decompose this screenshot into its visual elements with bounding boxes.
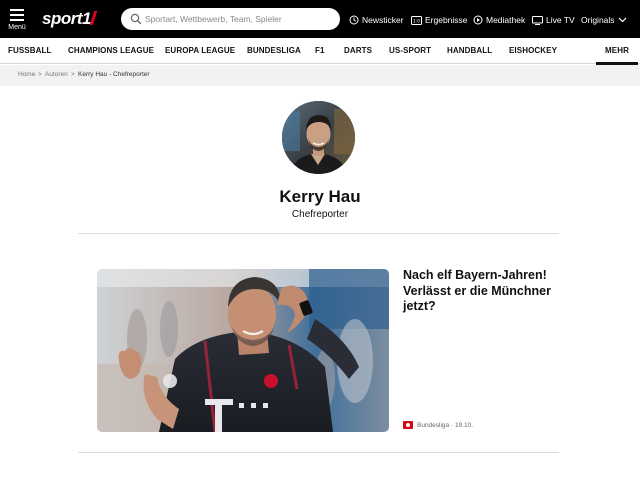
nav-live-tv-label: Live TV	[546, 15, 575, 25]
sport-nav-eishockey[interactable]: EISHOCKEY	[509, 46, 557, 55]
article-category: Bundesliga	[417, 421, 450, 429]
svg-text:1:0: 1:0	[413, 18, 420, 23]
breadcrumb-autoren[interactable]: Autoren	[45, 71, 68, 78]
bundesliga-icon	[403, 421, 413, 429]
sport-nav-champions-league[interactable]: CHAMPIONS LEAGUE	[68, 46, 154, 55]
breadcrumb-current: Kerry Hau - Chefreporter	[78, 71, 150, 78]
search-input[interactable]	[145, 11, 333, 27]
top-bar: Menü sport1 Newsticker 1:0 Ergebnisse Me…	[0, 0, 640, 38]
nav-ergebnisse[interactable]: 1:0 Ergebnisse	[411, 13, 468, 27]
sport-nav-us-sport[interactable]: US-SPORT	[389, 46, 431, 55]
menu-button[interactable]: Menü	[8, 7, 26, 33]
sport-nav-handball[interactable]: HANDBALL	[447, 46, 492, 55]
sport-nav-europa-league[interactable]: EUROPA LEAGUE	[165, 46, 235, 55]
breadcrumb-separator: >	[38, 71, 42, 78]
article-headline[interactable]: Nach elf Bayern-Jahren! Verlässt er die …	[403, 268, 553, 315]
sport-nav: FUSSBALL CHAMPIONS LEAGUE EUROPA LEAGUE …	[0, 38, 640, 64]
tv-icon	[532, 15, 543, 25]
nav-originals-label: Originals	[581, 15, 615, 25]
nav-mediathek[interactable]: Mediathek	[473, 13, 525, 27]
play-icon	[473, 15, 483, 25]
author-photo	[282, 101, 355, 174]
nav-newsticker[interactable]: Newsticker	[349, 13, 404, 27]
breadcrumb: Home > Autoren > Kerry Hau - Chefreporte…	[0, 65, 640, 86]
sport-nav-mehr[interactable]: MEHR	[605, 46, 629, 55]
nav-ergebnisse-label: Ergebnisse	[425, 15, 468, 25]
section-divider	[78, 233, 559, 234]
nav-live-tv[interactable]: Live TV	[532, 13, 575, 27]
nav-newsticker-label: Newsticker	[362, 15, 404, 25]
breadcrumb-home[interactable]: Home	[18, 71, 35, 78]
nav-originals[interactable]: Originals	[581, 13, 627, 27]
article-meta: Bundesliga · 19.10.	[403, 420, 473, 430]
author-role: Chefreporter	[291, 209, 349, 220]
sport-nav-f1[interactable]: F1	[315, 46, 325, 55]
breadcrumb-separator: >	[71, 71, 75, 78]
search-icon	[130, 13, 142, 25]
logo-text: sport1	[42, 9, 91, 28]
author-avatar	[282, 101, 355, 174]
sport-nav-darts[interactable]: DARTS	[344, 46, 372, 55]
scoreboard-icon: 1:0	[411, 15, 422, 25]
search-box	[121, 8, 340, 30]
chevron-down-icon	[618, 17, 626, 23]
hamburger-icon	[10, 9, 24, 11]
article-image[interactable]	[97, 269, 389, 432]
clock-icon	[349, 15, 359, 25]
article-divider	[78, 452, 559, 453]
author-name: Kerry Hau	[279, 187, 361, 206]
sport-nav-fussball[interactable]: FUSSBALL	[8, 46, 51, 55]
article-date: 19.10.	[454, 421, 474, 429]
sport-nav-bundesliga[interactable]: BUNDESLIGA	[247, 46, 301, 55]
nav-mediathek-label: Mediathek	[486, 15, 526, 25]
article-photo	[97, 269, 389, 432]
sport1-logo[interactable]: sport1	[42, 9, 98, 29]
menu-label: Menü	[8, 24, 26, 31]
